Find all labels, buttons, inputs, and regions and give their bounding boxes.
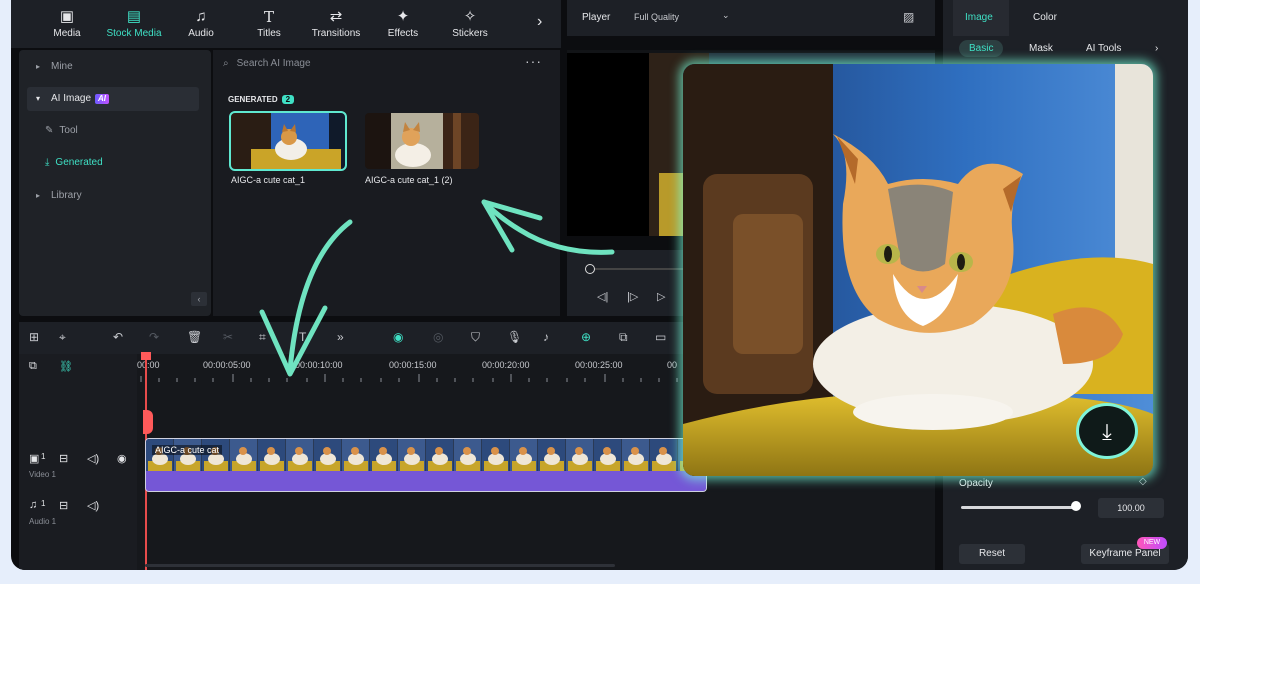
arrow-to-timeline (287, 219, 353, 373)
annotation-arrows (259, 199, 615, 377)
